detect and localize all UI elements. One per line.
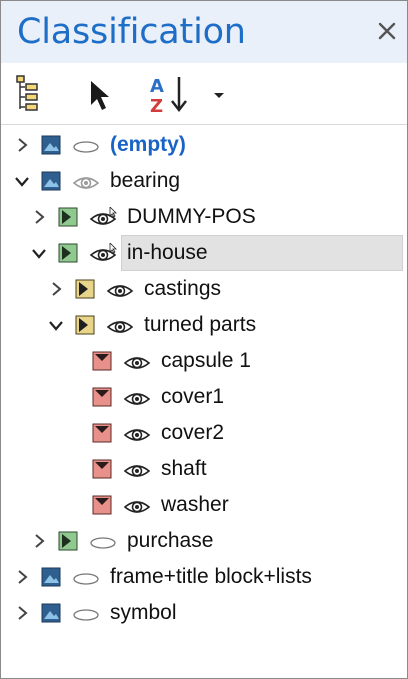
tree-item-label: DUMMY-POS — [127, 205, 256, 228]
blue-mountain-icon — [41, 135, 61, 155]
chevron-right-icon[interactable] — [46, 279, 66, 299]
tree-item[interactable]: cover2 — [1, 415, 407, 451]
chevron-right-icon[interactable] — [12, 567, 32, 587]
close-icon[interactable] — [375, 19, 399, 43]
tree-item-label: castings — [144, 277, 222, 300]
chevron-right-icon[interactable] — [29, 207, 49, 227]
toolbar: A Z — [1, 63, 407, 125]
eye-icon[interactable] — [105, 315, 135, 337]
tree-item-label: bearing — [110, 169, 181, 192]
red-m-icon — [92, 423, 112, 443]
eye-icon[interactable] — [105, 279, 135, 301]
chevron-down-icon[interactable] — [29, 243, 49, 263]
select-arrow-icon[interactable] — [87, 71, 119, 117]
panel-title: Classification — [17, 12, 246, 52]
red-m-icon — [92, 351, 112, 371]
tree-item[interactable]: washer — [1, 487, 407, 523]
tree-item[interactable]: in-house — [1, 235, 407, 271]
tree-item-label: capsule 1 — [161, 349, 251, 372]
tree-item[interactable]: capsule 1 — [1, 343, 407, 379]
red-m-icon — [92, 459, 112, 479]
tree-item-label: frame+title block+lists — [110, 565, 312, 588]
tree-item-label: symbol — [110, 601, 177, 624]
eye-icon[interactable] — [122, 459, 152, 481]
svg-text:A: A — [150, 76, 164, 97]
chevron-down-icon[interactable] — [12, 171, 32, 191]
tree-item-label: in-house — [127, 241, 208, 264]
eye-icon[interactable] — [122, 351, 152, 373]
classification-panel: Classification A Z (empty) bearing DUMMY… — [0, 0, 408, 679]
tree-item-label: purchase — [127, 529, 214, 552]
tree-item-label: shaft — [161, 457, 207, 480]
green-flag-icon — [58, 243, 78, 263]
chevron-down-icon[interactable] — [46, 315, 66, 335]
tree-item[interactable]: cover1 — [1, 379, 407, 415]
blue-mountain-icon — [41, 567, 61, 587]
tree-item[interactable]: bearing — [1, 163, 407, 199]
tree-item[interactable]: (empty) — [1, 127, 407, 163]
blue-mountain-icon — [41, 603, 61, 623]
tree-item-label: washer — [161, 493, 229, 516]
tree-item[interactable]: purchase — [1, 523, 407, 559]
eye-icon[interactable] — [122, 495, 152, 517]
yellow-flag-icon — [75, 279, 95, 299]
tree-item[interactable]: frame+title block+lists — [1, 559, 407, 595]
panel-title-bar: Classification — [1, 1, 407, 63]
tree-item-label: turned parts — [144, 313, 257, 336]
visibility-ellipse-icon[interactable] — [71, 603, 101, 625]
chevron-right-icon[interactable] — [12, 603, 32, 623]
visibility-ellipse-icon[interactable] — [71, 135, 101, 157]
chevron-right-icon[interactable] — [29, 531, 49, 551]
tree-structure-icon[interactable] — [13, 71, 43, 117]
tree-item[interactable]: DUMMY-POS — [1, 199, 407, 235]
green-flag-icon — [58, 207, 78, 227]
chevron-right-icon[interactable] — [12, 135, 32, 155]
tree-item-label: (empty) — [110, 133, 186, 156]
eye-cursor-icon[interactable] — [88, 207, 118, 229]
visibility-ellipse-icon[interactable] — [88, 531, 118, 553]
sort-az-icon[interactable]: A Z — [147, 71, 191, 117]
tree-item[interactable]: turned parts — [1, 307, 407, 343]
visibility-ellipse-icon[interactable] — [71, 567, 101, 589]
eye-icon[interactable] — [122, 423, 152, 445]
eye-cursor-icon[interactable] — [88, 243, 118, 265]
eye-icon[interactable] — [71, 171, 101, 193]
green-flag-icon — [58, 531, 78, 551]
eye-icon[interactable] — [122, 387, 152, 409]
yellow-flag-icon — [75, 315, 95, 335]
red-m-icon — [92, 387, 112, 407]
tree-item[interactable]: castings — [1, 271, 407, 307]
tree-item-label: cover2 — [161, 421, 225, 444]
dropdown-arrow-icon[interactable] — [211, 71, 227, 117]
blue-mountain-icon — [41, 171, 61, 191]
tree-item[interactable]: symbol — [1, 595, 407, 631]
red-m-icon — [92, 495, 112, 515]
svg-text:Z: Z — [150, 96, 163, 117]
tree-item[interactable]: shaft — [1, 451, 407, 487]
tree-item-label: cover1 — [161, 385, 225, 408]
